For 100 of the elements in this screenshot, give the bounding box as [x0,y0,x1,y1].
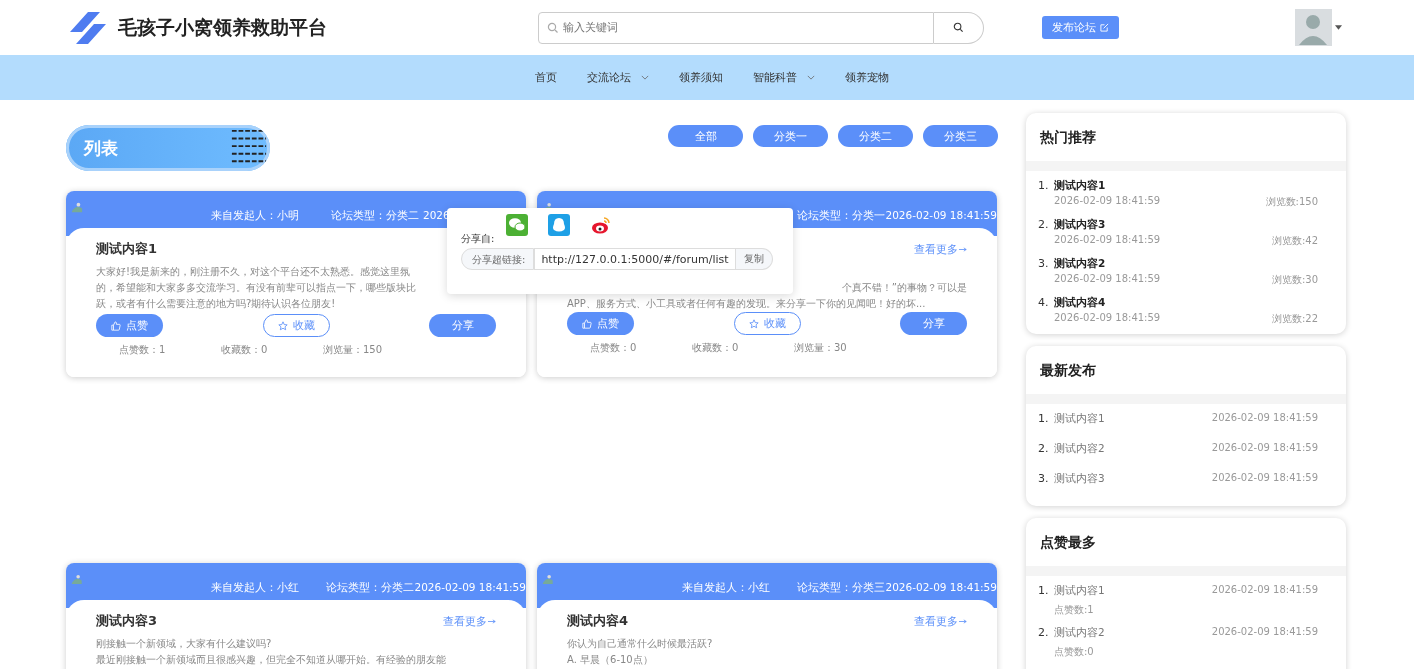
publish-button[interactable]: 发布论坛 [1042,16,1119,39]
nav-item[interactable]: 领养须知 [679,70,723,85]
share-from-label: 分享自: [461,232,496,246]
view-count: 浏览数:42 [1271,234,1318,248]
like-button[interactable]: 点赞 [567,312,634,335]
rank-number: 3. [1038,472,1048,486]
post-title: 测试内容3 [96,612,158,630]
post-stat: 点赞数：1 [119,343,167,357]
category-button[interactable]: 分类三 [923,125,998,147]
post-title: 测试内容4 [567,612,629,630]
category-button[interactable]: 全部 [668,125,743,147]
view-more-link[interactable]: 查看更多 [914,241,967,257]
post-time: 2026-02-09 18:41:59 [1211,626,1318,639]
post-stat: 浏览量：30 [794,341,848,355]
star-icon [277,320,288,331]
rank-number: 1. [1038,584,1048,599]
post-author: 来自发起人：小明 [211,209,299,221]
site-title: 毛孩子小窝领养救助平台 [118,14,327,40]
eye-logo-icon[interactable] [590,214,612,236]
search-icon [953,22,964,33]
post-link[interactable]: 测试内容3 [1054,218,1318,232]
rank-number: 3. [1038,257,1048,272]
category-button[interactable]: 分类一 [753,125,828,147]
broken-image-icon [71,201,84,214]
post-time: 2026-02-09 18:41:59 [885,209,997,221]
like-count: 点赞数:0 [1054,645,1095,659]
post-link[interactable]: 测试内容1 [1054,584,1105,598]
arrow-icon [488,618,496,624]
broken-image-icon [542,573,555,586]
edit-icon [1100,23,1109,32]
view-count: 浏览数:22 [1271,312,1318,326]
post-time: 2026-02-09 18:41:59 [1054,273,1161,286]
post-link[interactable]: 测试内容1 [1054,412,1105,426]
share-button[interactable]: 分享 [429,314,496,337]
search-icon [547,21,559,34]
post-link[interactable]: 测试内容3 [1054,472,1105,486]
post-excerpt: 大家好!我是新来的，刚注册不久，对这个平台还不太熟悉。感觉这里氛 的，希望能和大家多多交流学习。有没有前辈可以指点一下，哪些版块比 跃，或者有什么需要注意的地方吗?期待认识各位朋友! [96,265,417,311]
rank-number: 1. [1038,179,1048,194]
post-category: 论坛类型：分类二 [325,581,414,593]
post-excerpt: 刚接触一个新领域，大家有什么建议吗? 最近刚接触一个新领域而且很感兴趣，但完全不知道从哪开始。有经验的朋友能 [96,637,447,667]
nav-item[interactable]: 交流论坛 [587,70,649,85]
favorite-button[interactable]: 收藏 [262,314,330,337]
post-time: 2026-02-09 18:41:59 [1054,195,1161,208]
post-time: 2026-02-09 18:41:59 [885,581,997,593]
share-button[interactable]: 分享 [900,312,967,335]
post-time: 2026-02-09 18:41:59 [1211,442,1318,455]
post-category: 论坛类型：分类二 [331,209,419,221]
post-link[interactable]: 测试内容2 [1054,257,1318,271]
panel-title: 点赞最多 [1039,533,1097,552]
post-time: 2026-02-09 18:41:59 [414,581,526,593]
post-excerpt: 你认为自己通常什么时候最活跃? A. 早晨（6-10点） [567,637,714,667]
penguin-icon[interactable] [548,214,570,236]
post-stat: 收藏数：0 [221,343,269,357]
post-link[interactable]: 测试内容2 [1054,626,1105,640]
chat-bubbles-icon[interactable] [506,214,528,236]
thumb-up-icon [582,318,592,329]
arrow-icon [959,618,967,624]
rank-number: 2. [1038,218,1048,233]
favorite-button[interactable]: 收藏 [733,312,801,335]
star-icon [748,318,759,329]
nav-item[interactable]: 首页 [535,70,557,85]
arrow-icon [959,246,967,252]
view-count: 浏览数:150 [1265,195,1318,209]
rank-number: 2. [1038,626,1048,641]
view-count: 浏览数:30 [1271,273,1318,287]
panel-title: 热门推荐 [1039,128,1097,147]
post-stat: 浏览量：150 [323,343,384,357]
post-excerpt: 个真不错！”的事物？可以是 APP、服务方式、小工具或者任何有趣的发现。来分享一下你的见闻吧！好的坏... [567,281,967,311]
post-title: 测试内容1 [96,240,158,258]
nav-item[interactable]: 智能科普 [753,70,815,85]
post-author: 来自发起人：小红 [681,581,770,593]
panel-title: 最新发布 [1039,361,1097,380]
thumb-up-icon [111,320,121,331]
post-link[interactable]: 测试内容4 [1054,296,1318,310]
post-link[interactable]: 测试内容2 [1054,442,1105,456]
view-more-link[interactable]: 查看更多 [914,613,967,629]
nav-item[interactable]: 领养宠物 [845,70,889,85]
like-button[interactable]: 点赞 [96,314,163,337]
broken-image-icon [71,573,84,586]
search-button[interactable] [934,11,984,44]
post-category: 论坛类型：分类三 [796,581,885,593]
rank-number: 4. [1038,296,1048,311]
post-time: 2026-02-09 18:41:59 [1211,472,1318,485]
post-author: 来自发起人：小红 [210,581,299,593]
post-time: 2026-02-09 18:41:59 [1211,584,1318,597]
chevron-down-icon [807,75,815,80]
list-title: 列表 [84,136,118,160]
post-time: 2026-02-09 18:41:59 [1054,234,1161,247]
rank-number: 2. [1038,442,1048,456]
post-stat: 点赞数：0 [590,341,638,355]
view-more-link[interactable]: 查看更多 [443,613,496,629]
caret-icon[interactable] [1335,25,1342,30]
rank-number: 1. [1038,412,1048,426]
post-stat: 收藏数：0 [692,341,740,355]
search-field[interactable]: 输入关键词 [538,11,934,44]
like-count: 点赞数:1 [1054,603,1095,617]
post-link[interactable]: 测试内容1 [1054,179,1318,193]
share-link-field[interactable]: http://127.0.0.1:5000/#/forum/list [534,248,736,270]
copy-button[interactable]: 复制 [735,248,773,270]
category-button[interactable]: 分类二 [838,125,913,147]
